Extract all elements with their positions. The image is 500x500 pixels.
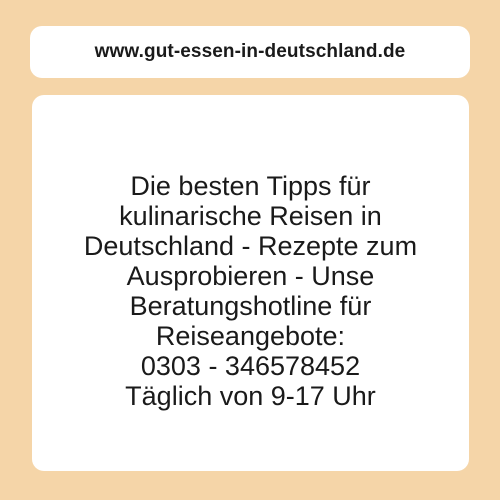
url-banner: www.gut-essen-in-deutschland.de (30, 26, 470, 78)
info-text: Die besten Tipps für kulinarische Reisen… (83, 170, 418, 411)
website-url: www.gut-essen-in-deutschland.de (94, 41, 406, 62)
info-card: Die besten Tipps für kulinarische Reisen… (32, 95, 469, 471)
